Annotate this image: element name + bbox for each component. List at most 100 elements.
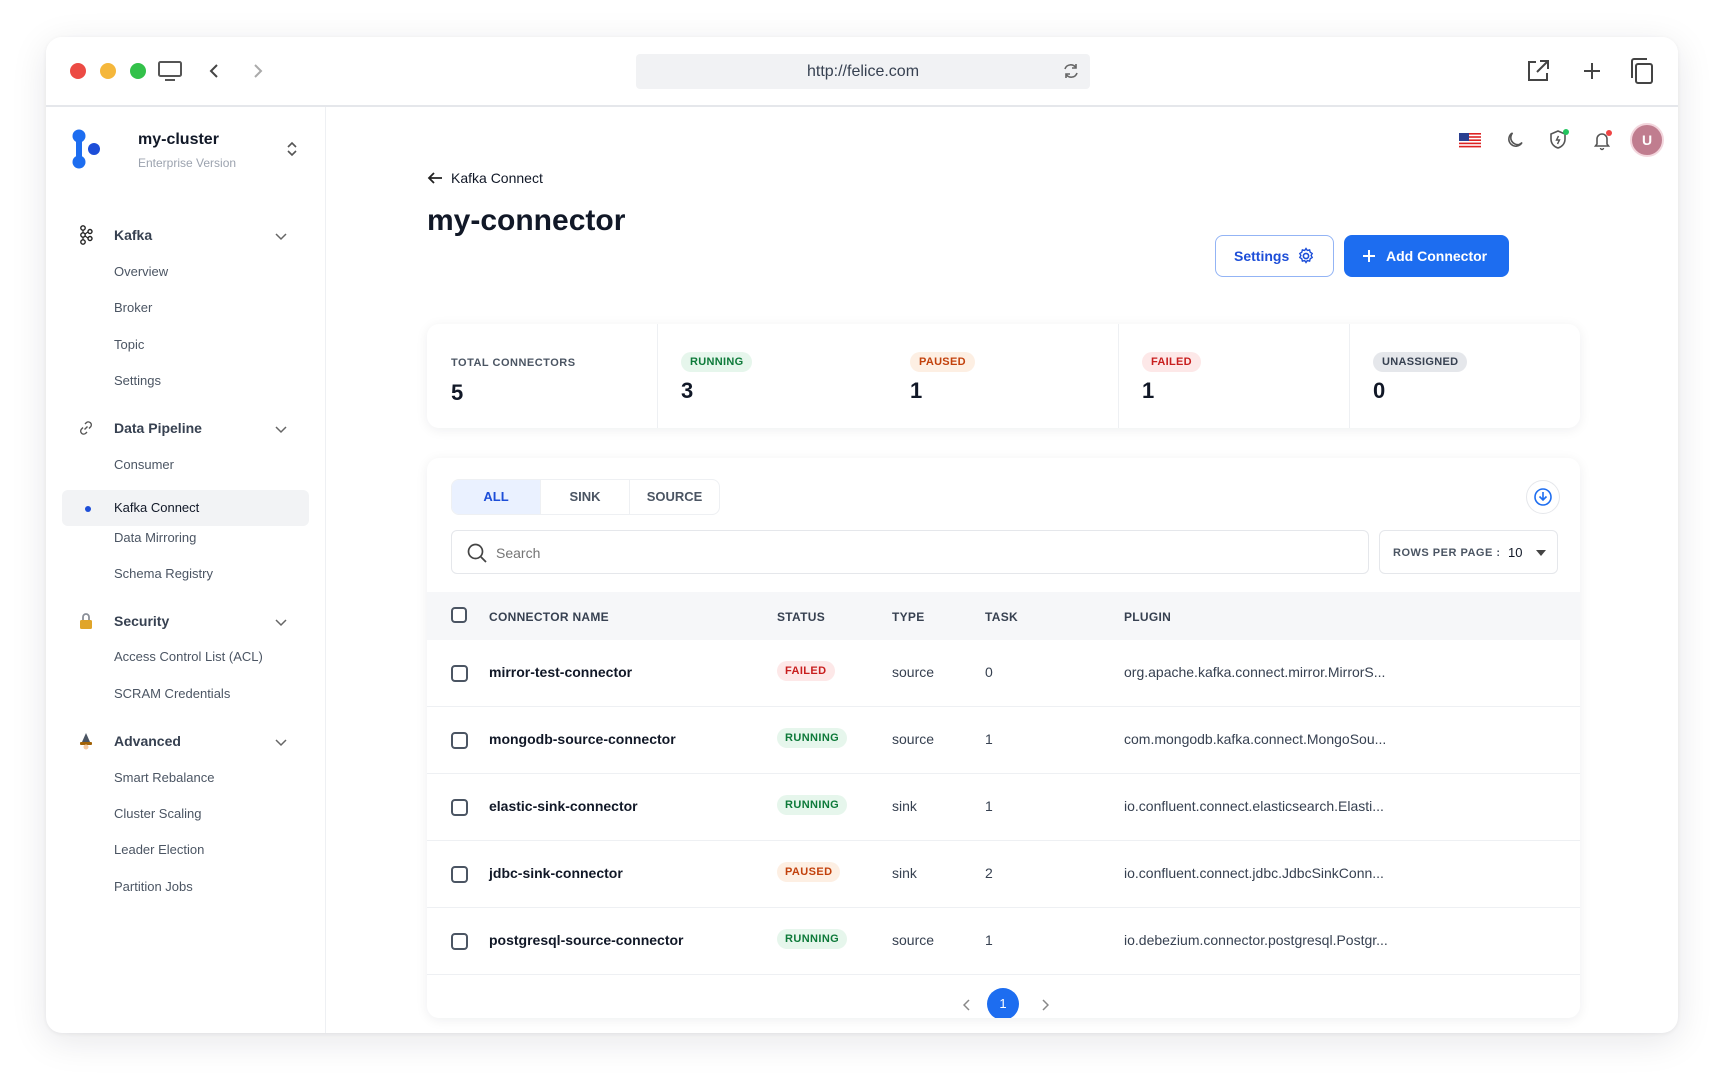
sidebar-item-smart-rebalance[interactable]: Smart Rebalance bbox=[114, 768, 214, 788]
shield-icon[interactable] bbox=[1546, 127, 1572, 153]
stat-paused: PAUSED 1 bbox=[888, 324, 1118, 428]
stat-failed-value: 1 bbox=[1142, 378, 1155, 403]
sidebar-section-security[interactable]: Security bbox=[46, 601, 326, 641]
connector-name[interactable]: postgresql-source-connector bbox=[489, 932, 683, 948]
stat-paused-value: 1 bbox=[910, 378, 923, 403]
table-row[interactable]: elastic-sink-connector RUNNING sink 1 io… bbox=[427, 774, 1580, 841]
row-checkbox[interactable] bbox=[451, 866, 468, 883]
lock-icon bbox=[76, 611, 96, 631]
col-connector-name[interactable]: CONNECTOR NAME bbox=[489, 610, 609, 624]
col-type[interactable]: TYPE bbox=[892, 610, 925, 624]
connector-task: 1 bbox=[985, 798, 993, 814]
sidebar-item-partition-jobs[interactable]: Partition Jobs bbox=[114, 877, 193, 897]
col-plugin[interactable]: PLUGIN bbox=[1124, 610, 1171, 624]
col-status[interactable]: STATUS bbox=[777, 610, 825, 624]
connector-name[interactable]: jdbc-sink-connector bbox=[489, 865, 623, 881]
sidebar-item-cluster-scaling[interactable]: Cluster Scaling bbox=[114, 804, 201, 824]
connector-plugin: io.debezium.connector.postgresql.Postgr.… bbox=[1124, 932, 1388, 948]
rows-per-page-select[interactable]: ROWS PER PAGE : 10 bbox=[1379, 530, 1558, 574]
close-window-button[interactable] bbox=[70, 63, 86, 79]
sidebar-item-settings[interactable]: Settings bbox=[114, 371, 161, 391]
sidebar: my-cluster Enterprise Version Kafka Over… bbox=[46, 107, 326, 1033]
copy-icon[interactable] bbox=[1628, 57, 1656, 85]
chevron-down-icon bbox=[275, 614, 287, 632]
connector-name[interactable]: mirror-test-connector bbox=[489, 664, 632, 680]
page-title: my-connector bbox=[427, 204, 626, 237]
table-row[interactable]: mirror-test-connector FAILED source 0 or… bbox=[427, 640, 1580, 707]
row-checkbox[interactable] bbox=[451, 933, 468, 950]
chevron-down-icon bbox=[275, 734, 287, 752]
sidebar-item-scram-credentials[interactable]: SCRAM Credentials bbox=[114, 684, 230, 704]
settings-button[interactable]: Settings bbox=[1215, 235, 1334, 277]
breadcrumb[interactable]: Kafka Connect bbox=[427, 168, 543, 188]
connector-task: 2 bbox=[985, 865, 993, 881]
breadcrumb-label: Kafka Connect bbox=[451, 170, 543, 186]
sidebar-item-overview[interactable]: Overview bbox=[114, 262, 168, 282]
connector-task: 1 bbox=[985, 932, 993, 948]
status-badge: RUNNING bbox=[777, 728, 848, 748]
tab-source[interactable]: SOURCE bbox=[630, 480, 719, 514]
sidebar-item-data-mirroring[interactable]: Data Mirroring bbox=[114, 528, 196, 548]
page-button-current[interactable]: 1 bbox=[987, 988, 1019, 1018]
minimize-window-button[interactable] bbox=[100, 63, 116, 79]
link-icon bbox=[76, 418, 96, 438]
select-all-checkbox[interactable] bbox=[451, 607, 467, 623]
chevron-right-icon[interactable] bbox=[1041, 999, 1049, 1011]
add-connector-button[interactable]: Add Connector bbox=[1344, 235, 1509, 277]
sidebar-item-acl[interactable]: Access Control List (ACL) bbox=[114, 647, 263, 667]
sidebar-section-kafka[interactable]: Kafka bbox=[46, 215, 326, 255]
status-badge: RUNNING bbox=[777, 929, 848, 949]
chevron-left-icon[interactable] bbox=[963, 999, 971, 1011]
sidebar-section-advanced[interactable]: Advanced bbox=[46, 721, 326, 761]
tab-sink[interactable]: SINK bbox=[541, 480, 630, 514]
arrow-left-icon bbox=[427, 171, 443, 185]
connector-name[interactable]: mongodb-source-connector bbox=[489, 731, 676, 747]
moon-icon[interactable] bbox=[1502, 127, 1528, 153]
table-row[interactable]: jdbc-sink-connector PAUSED sink 2 io.con… bbox=[427, 841, 1580, 908]
stat-total-label: TOTAL CONNECTORS bbox=[451, 357, 576, 369]
monitor-icon[interactable] bbox=[156, 57, 184, 85]
connector-name[interactable]: elastic-sink-connector bbox=[489, 798, 638, 814]
rows-per-page-value: 10 bbox=[1508, 545, 1523, 560]
search-box[interactable] bbox=[451, 530, 1369, 574]
col-task[interactable]: TASK bbox=[985, 610, 1018, 624]
row-checkbox[interactable] bbox=[451, 665, 468, 682]
new-tab-icon[interactable] bbox=[1578, 57, 1606, 85]
sidebar-item-consumer[interactable]: Consumer bbox=[114, 455, 174, 475]
cluster-logo bbox=[70, 129, 106, 174]
maximize-window-button[interactable] bbox=[130, 63, 146, 79]
sidebar-section-data-pipeline[interactable]: Data Pipeline bbox=[46, 408, 326, 448]
open-external-icon[interactable] bbox=[1524, 57, 1552, 85]
avatar[interactable]: U bbox=[1630, 123, 1664, 157]
row-checkbox[interactable] bbox=[451, 732, 468, 749]
row-checkbox[interactable] bbox=[451, 799, 468, 816]
failed-pill: FAILED bbox=[1142, 352, 1201, 372]
sidebar-item-leader-election[interactable]: Leader Election bbox=[114, 840, 204, 860]
connector-type: source bbox=[892, 664, 935, 680]
table-row[interactable]: mongodb-source-connector RUNNING source … bbox=[427, 707, 1580, 774]
sidebar-item-kafka-connect[interactable]: Kafka Connect bbox=[114, 498, 199, 518]
url-text: http://felice.com bbox=[806, 63, 920, 80]
connector-task: 1 bbox=[985, 731, 993, 747]
address-bar[interactable]: http://felice.com bbox=[636, 54, 1090, 89]
status-badge: FAILED bbox=[777, 661, 835, 681]
cluster-selector[interactable]: my-cluster Enterprise Version bbox=[46, 107, 326, 187]
browser-toolbar: http://felice.com bbox=[46, 37, 1678, 107]
sidebar-item-topic[interactable]: Topic bbox=[114, 335, 144, 355]
sidebar-item-schema-registry[interactable]: Schema Registry bbox=[114, 564, 213, 584]
reload-icon[interactable] bbox=[1062, 62, 1080, 85]
forward-icon[interactable] bbox=[244, 57, 272, 85]
type-tabs: ALL SINK SOURCE bbox=[451, 479, 720, 515]
tab-all[interactable]: ALL bbox=[452, 480, 541, 514]
cluster-edition: Enterprise Version bbox=[138, 156, 237, 170]
table-row[interactable]: postgresql-source-connector RUNNING sour… bbox=[427, 908, 1580, 975]
download-icon[interactable] bbox=[1526, 480, 1560, 514]
search-input[interactable] bbox=[496, 541, 1346, 565]
sidebar-item-broker[interactable]: Broker bbox=[114, 298, 152, 318]
browser-window: http://felice.com my-cluster Enterprise … bbox=[46, 37, 1678, 1033]
stat-total-value: 5 bbox=[451, 380, 464, 405]
status-badge: PAUSED bbox=[777, 862, 841, 882]
us-flag-icon[interactable] bbox=[1457, 127, 1483, 153]
bell-icon[interactable] bbox=[1590, 127, 1616, 153]
back-icon[interactable] bbox=[200, 57, 228, 85]
